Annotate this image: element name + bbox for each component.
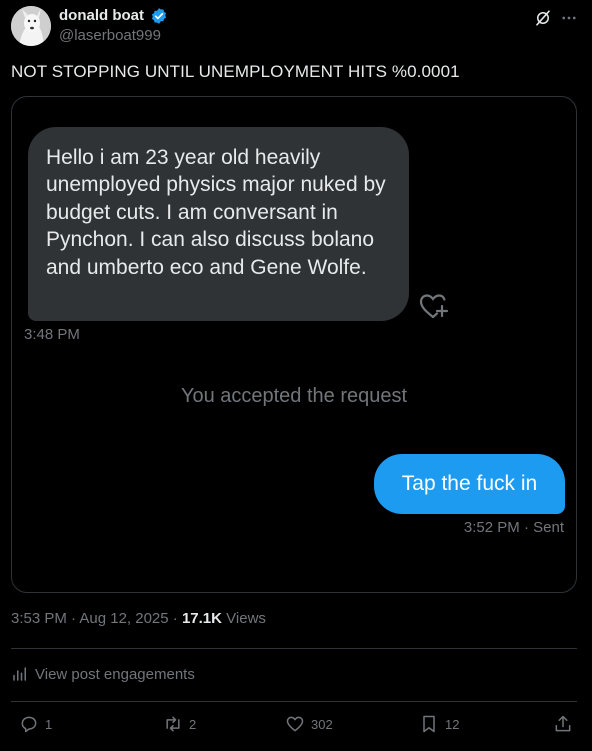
dm-screenshot-media[interactable]: Hello i am 23 year old heavily unemploye…: [11, 96, 577, 593]
divider: [11, 701, 577, 702]
author-handle[interactable]: @laserboat999: [59, 27, 161, 44]
reply-icon: [21, 716, 37, 733]
outgoing-message-bubble: Tap the fuck in: [374, 454, 565, 514]
verified-badge-icon[interactable]: [150, 7, 168, 25]
repost-count: 2: [189, 716, 197, 732]
view-engagements-link[interactable]: View post engagements: [11, 665, 195, 683]
display-name[interactable]: donald boat: [59, 7, 144, 24]
grok-icon[interactable]: [534, 9, 552, 27]
view-engagements-label: View post engagements: [35, 665, 195, 683]
more-icon[interactable]: [559, 9, 579, 27]
post-timestamp[interactable]: 3:53 PM · Aug 12, 2025 ·: [11, 610, 178, 627]
outgoing-message-meta: 3:52 PM · Sent: [464, 519, 564, 536]
post-text: NOT STOPPING UNTIL UNEMPLOYMENT HITS %0.…: [11, 62, 460, 81]
request-accepted-note: You accepted the request: [180, 385, 408, 407]
bookmark-button[interactable]: 12: [419, 714, 459, 734]
avatar[interactable]: [11, 6, 51, 46]
divider: [11, 648, 577, 649]
repost-button[interactable]: 2: [163, 714, 196, 734]
like-icon: [286, 716, 304, 732]
like-button[interactable]: 302: [285, 714, 333, 734]
share-icon: [555, 715, 571, 732]
reply-button[interactable]: 1: [19, 714, 52, 734]
reply-count: 1: [45, 716, 53, 732]
post-meta: 3:53 PM · Aug 12, 2025 · 17.1K Views: [11, 610, 266, 627]
incoming-message-time: 3:48 PM: [24, 326, 80, 343]
incoming-message-bubble: Hello i am 23 year old heavily unemploye…: [28, 127, 409, 321]
bookmark-icon: [423, 715, 435, 733]
share-button[interactable]: [553, 714, 573, 734]
bookmark-count: 12: [445, 716, 460, 732]
views-count: 17.1K: [181, 610, 222, 627]
heart-add-icon[interactable]: [418, 291, 450, 321]
outgoing-message-status: · Sent: [523, 519, 564, 536]
like-count: 302: [311, 716, 333, 732]
analytics-icon: [13, 667, 26, 681]
outgoing-message-time: 3:52 PM: [463, 519, 520, 536]
views-label: Views: [226, 610, 266, 627]
repost-icon: [166, 716, 180, 732]
